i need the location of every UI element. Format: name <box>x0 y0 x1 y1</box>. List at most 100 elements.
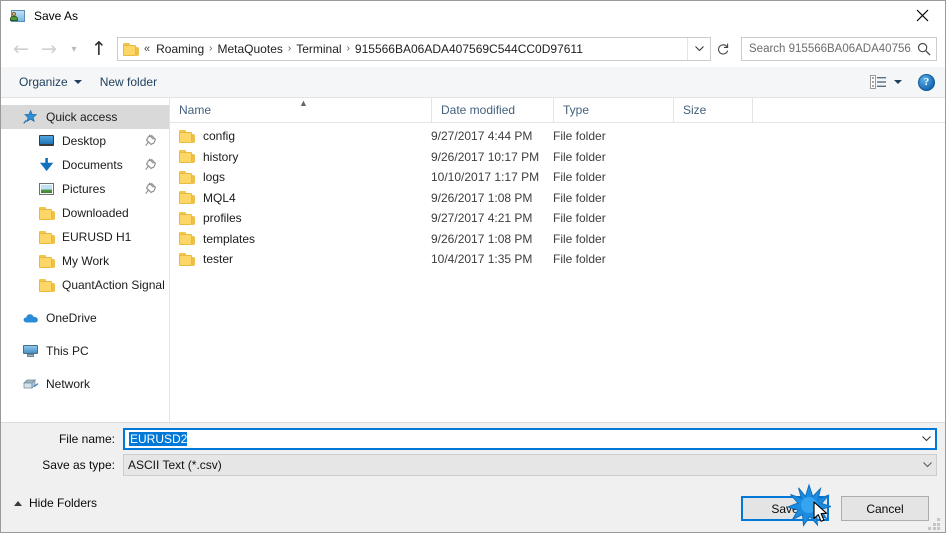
sidebar-item-quick-access[interactable]: Quick access <box>1 105 169 129</box>
sidebar-item-pictures[interactable]: Pictures <box>1 177 169 201</box>
help-label: ? <box>923 76 930 88</box>
file-type: File folder <box>553 129 606 144</box>
folder-icon <box>179 150 195 164</box>
hide-folders-button[interactable]: Hide Folders <box>14 493 97 513</box>
change-view-button[interactable] <box>866 75 906 89</box>
search-input[interactable]: Search 915566BA06ADA40756... <box>741 37 937 61</box>
breadcrumb-item-1[interactable]: MetaQuotes <box>215 42 286 56</box>
save-as-type-dropdown-button[interactable] <box>918 462 936 468</box>
column-header-type[interactable]: Type <box>553 98 673 122</box>
sidebar-item-downloaded[interactable]: Downloaded <box>1 201 169 225</box>
chevron-down-icon <box>922 462 932 468</box>
column-header-name[interactable]: Name ▲ <box>170 98 431 122</box>
column-header-date-modified[interactable]: Date modified <box>431 98 553 122</box>
sidebar-item-desktop[interactable]: Desktop <box>1 129 169 153</box>
sidebar-item-my-work[interactable]: My Work <box>1 249 169 273</box>
address-bar[interactable]: « Roaming › MetaQuotes › Terminal › 9155… <box>117 37 711 61</box>
file-name-cell: history <box>170 150 431 164</box>
file-type: File folder <box>553 190 606 205</box>
sidebar-item-label: Network <box>46 377 91 391</box>
close-icon[interactable] <box>899 1 945 30</box>
chevron-down-icon <box>921 436 931 442</box>
recent-locations-button[interactable]: ▾ <box>63 35 85 63</box>
file-type: File folder <box>553 231 606 246</box>
sidebar-item-eurusd-h1[interactable]: EURUSD H1 <box>1 225 169 249</box>
breadcrumb-item-2[interactable]: Terminal <box>293 42 344 56</box>
file-list-pane: Name ▲ Date modified Type Size config 9/… <box>170 98 945 422</box>
table-row[interactable]: config 9/27/2017 4:44 PM File folder <box>170 126 945 147</box>
sidebar-item-label: Downloaded <box>62 206 129 220</box>
search-placeholder: Search 915566BA06ADA40756... <box>749 43 912 55</box>
breadcrumb-separator: › <box>346 43 350 54</box>
file-rows: config 9/27/2017 4:44 PM File folder his… <box>170 123 945 270</box>
table-row[interactable]: logs 10/10/2017 1:17 PM File folder <box>170 167 945 188</box>
table-row[interactable]: profiles 9/27/2017 4:21 PM File folder <box>170 208 945 229</box>
save-button-label: Save <box>771 501 799 516</box>
table-row[interactable]: MQL4 9/26/2017 1:08 PM File folder <box>170 188 945 209</box>
view-list-icon <box>870 75 886 89</box>
file-date: 9/27/2017 4:44 PM <box>431 129 533 144</box>
sidebar-item-label: This PC <box>46 344 89 358</box>
back-button[interactable]: ← <box>7 35 35 63</box>
organize-button[interactable]: Organize <box>10 71 91 94</box>
folder-icon <box>123 42 139 56</box>
save-button[interactable]: Save <box>741 496 829 521</box>
sidebar-item-label: My Work <box>62 254 110 268</box>
column-header-label: Size <box>683 103 707 117</box>
folder-icon <box>179 129 195 143</box>
up-button[interactable]: ↑ <box>85 35 113 63</box>
sidebar-item-this-pc[interactable]: This PC <box>1 339 169 363</box>
file-name-dropdown-button[interactable] <box>917 436 935 442</box>
picture-person-icon <box>10 8 26 24</box>
sidebar-item-documents[interactable]: Documents <box>1 153 169 177</box>
resize-grip-icon[interactable] <box>928 518 941 531</box>
breadcrumb-separator: › <box>287 43 292 54</box>
star-pin-icon <box>23 109 39 125</box>
chevron-up-icon <box>14 500 22 506</box>
file-date: 10/4/2017 1:35 PM <box>431 252 533 267</box>
cancel-button[interactable]: Cancel <box>841 496 929 521</box>
file-name: config <box>203 129 236 144</box>
save-as-type-row: Save as type: ASCII Text (*.csv) <box>1 454 945 476</box>
file-name-row: File name: EURUSD2 <box>1 428 945 450</box>
refresh-button[interactable] <box>711 37 735 61</box>
file-date: 9/26/2017 10:17 PM <box>431 149 540 164</box>
sidebar-item-label: OneDrive <box>46 311 97 325</box>
help-icon[interactable]: ? <box>918 73 935 91</box>
file-name: MQL4 <box>203 190 236 205</box>
breadcrumb-item-0[interactable]: Roaming <box>153 42 207 56</box>
sidebar-item-quantaction-signal[interactable]: QuantAction Signal <box>1 273 169 297</box>
breadcrumb-item-3[interactable]: 915566BA06ADA407569C544CC0D97611 <box>352 42 586 56</box>
breadcrumb-overflow[interactable]: « <box>141 43 153 55</box>
folder-icon <box>179 211 195 225</box>
breadcrumb-separator: › <box>209 43 213 54</box>
sidebar-item-label: Desktop <box>62 134 107 148</box>
sidebar-item-network[interactable]: Network <box>1 372 169 396</box>
table-row[interactable]: history 9/26/2017 10:17 PM File folder <box>170 147 945 168</box>
column-header-row: Name ▲ Date modified Type Size <box>170 98 945 123</box>
new-folder-button[interactable]: New folder <box>91 71 166 94</box>
file-name-text: EURUSD2 <box>129 432 188 446</box>
file-name-input[interactable]: EURUSD2 <box>123 428 937 450</box>
save-as-type-select[interactable]: ASCII Text (*.csv) <box>123 454 937 476</box>
title-bar: Save As <box>1 1 945 31</box>
forward-button[interactable]: → <box>35 35 63 63</box>
arrow-up-icon: ↑ <box>91 37 107 60</box>
this-pc-icon <box>23 343 39 359</box>
desktop-icon <box>39 133 55 149</box>
column-header-label: Date modified <box>441 103 516 117</box>
table-row[interactable]: tester 10/4/2017 1:35 PM File folder <box>170 249 945 270</box>
file-name: tester <box>203 252 234 267</box>
pin-icon <box>145 182 157 195</box>
refresh-icon <box>718 43 729 55</box>
command-bar-right: ? <box>866 73 945 91</box>
search-icon[interactable] <box>912 42 936 56</box>
table-row[interactable]: templates 9/26/2017 1:08 PM File folder <box>170 229 945 250</box>
sidebar-item-onedrive[interactable]: OneDrive <box>1 306 169 330</box>
file-name-cell: logs <box>170 170 431 184</box>
folder-icon <box>179 232 195 246</box>
window-title: Save As <box>34 9 79 23</box>
column-header-size[interactable]: Size <box>673 98 753 122</box>
file-name-label: File name: <box>58 432 115 446</box>
address-dropdown-button[interactable] <box>687 38 710 60</box>
